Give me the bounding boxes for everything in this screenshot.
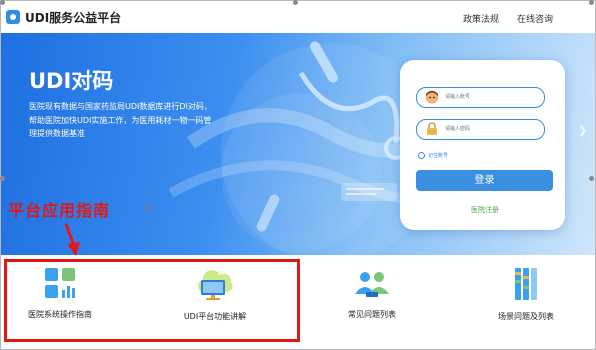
account-field[interactable] — [416, 87, 545, 108]
card-label: UDI平台功能讲解 — [183, 312, 247, 321]
nav-policy[interactable]: 政策法规 — [463, 12, 499, 25]
carousel-next-icon[interactable]: ❯ — [578, 124, 587, 137]
resize-handle-top-right[interactable] — [589, 0, 594, 5]
login-button[interactable]: 登录 — [416, 170, 553, 191]
resize-handle-left[interactable] — [0, 176, 5, 181]
platform-feature-icon — [197, 270, 233, 300]
hero-description: 医院现有数据与国家药监局UDI数据库进行DI对码，帮助医院加快UDI实施工作，为… — [29, 102, 212, 138]
register-link[interactable]: 医院注册 — [460, 205, 510, 215]
faq-people-icon — [355, 272, 389, 297]
hero-title: UDI对码 — [29, 69, 114, 93]
remember-radio-icon[interactable] — [418, 152, 425, 159]
annotation-arrow-icon — [64, 223, 80, 256]
udi-logo-icon — [6, 10, 20, 24]
card-hospital-guide[interactable]: 医院系统操作指南 — [0, 266, 120, 320]
resize-handle-top[interactable] — [293, 0, 298, 5]
guide-return-mark: ↵ — [144, 201, 155, 215]
card-platform-feature[interactable]: UDI平台功能讲解 — [155, 266, 275, 322]
user-avatar-icon — [425, 90, 439, 104]
password-input[interactable] — [445, 123, 535, 135]
brand-title: UDI服务公益平台 — [25, 11, 122, 25]
remember-account[interactable]: 记住账号 — [418, 152, 448, 159]
card-scenario-list[interactable]: 场景问题及列表 — [466, 266, 586, 322]
hospital-guide-icon — [45, 268, 75, 298]
nav-consult[interactable]: 在线咨询 — [517, 12, 553, 25]
login-panel: 记住账号 登录 医院注册 — [400, 60, 565, 230]
lock-icon — [427, 122, 437, 135]
resize-handle-right[interactable] — [589, 176, 594, 181]
card-label: 医院系统操作指南 — [28, 310, 92, 319]
account-input[interactable] — [445, 91, 535, 103]
card-faq[interactable]: 常见问题列表 — [312, 266, 432, 320]
remember-label: 记住账号 — [428, 153, 449, 159]
card-label: 常见问题列表 — [348, 310, 396, 319]
password-field[interactable] — [416, 119, 545, 140]
scenario-list-icon — [515, 268, 537, 300]
resize-handle-top-left[interactable] — [0, 0, 5, 5]
guide-heading: 平台应用指南 — [8, 201, 111, 220]
top-header: UDI服务公益平台 政策法规 在线咨询 — [1, 1, 595, 33]
card-label: 场景问题及列表 — [498, 312, 554, 321]
